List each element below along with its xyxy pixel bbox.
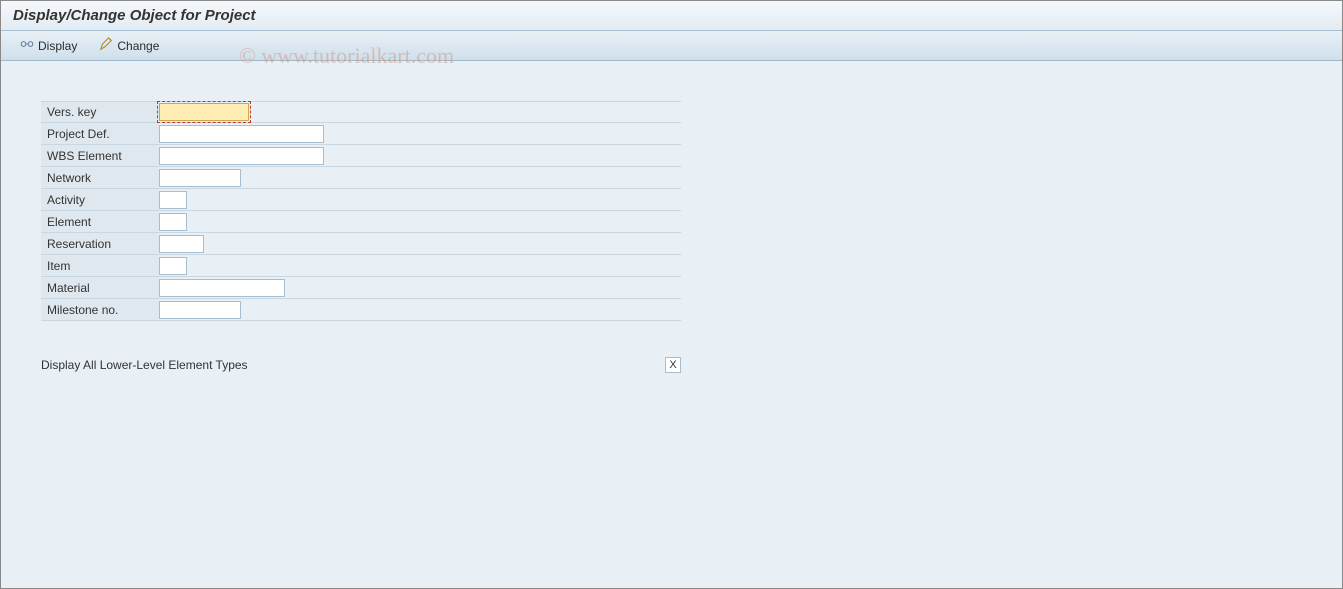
input-activity[interactable] (159, 191, 187, 209)
field-row-wbs-element: WBS Element (41, 145, 681, 167)
page-title: Display/Change Object for Project (13, 7, 1330, 24)
display-button[interactable]: Display (11, 33, 86, 58)
change-button[interactable]: Change (90, 33, 168, 58)
field-row-item: Item (41, 255, 681, 277)
pencil-icon (99, 37, 113, 54)
label-project-def: Project Def. (41, 123, 159, 144)
field-row-milestone-no: Milestone no. (41, 299, 681, 321)
label-element: Element (41, 211, 159, 232)
input-material[interactable] (159, 279, 285, 297)
label-material: Material (41, 277, 159, 298)
field-row-activity: Activity (41, 189, 681, 211)
label-milestone-no: Milestone no. (41, 299, 159, 320)
toolbar: Display Change (1, 31, 1342, 61)
label-wbs-element: WBS Element (41, 145, 159, 166)
input-wbs-element[interactable] (159, 147, 324, 165)
input-project-def[interactable] (159, 125, 324, 143)
input-reservation[interactable] (159, 235, 204, 253)
field-row-vers-key: Vers. key (41, 101, 681, 123)
content-area: Vers. key Project Def. WBS Element Netwo… (1, 61, 1342, 383)
field-row-project-def: Project Def. (41, 123, 681, 145)
display-button-label: Display (38, 39, 77, 53)
input-vers-key[interactable] (159, 103, 249, 121)
label-vers-key: Vers. key (41, 102, 159, 122)
lower-level-option-input[interactable] (665, 357, 681, 373)
input-milestone-no[interactable] (159, 301, 241, 319)
field-row-material: Material (41, 277, 681, 299)
change-button-label: Change (117, 39, 159, 53)
page-header: Display/Change Object for Project (1, 1, 1342, 31)
label-item: Item (41, 255, 159, 276)
lower-level-option-label: Display All Lower-Level Element Types (41, 358, 248, 372)
field-group: Vers. key Project Def. WBS Element Netwo… (41, 101, 681, 321)
label-activity: Activity (41, 189, 159, 210)
field-row-network: Network (41, 167, 681, 189)
input-network[interactable] (159, 169, 241, 187)
field-row-reservation: Reservation (41, 233, 681, 255)
glasses-icon (20, 37, 34, 54)
label-network: Network (41, 167, 159, 188)
input-element[interactable] (159, 213, 187, 231)
input-item[interactable] (159, 257, 187, 275)
field-row-element: Element (41, 211, 681, 233)
label-reservation: Reservation (41, 233, 159, 254)
lower-level-option-row: Display All Lower-Level Element Types (41, 357, 681, 373)
